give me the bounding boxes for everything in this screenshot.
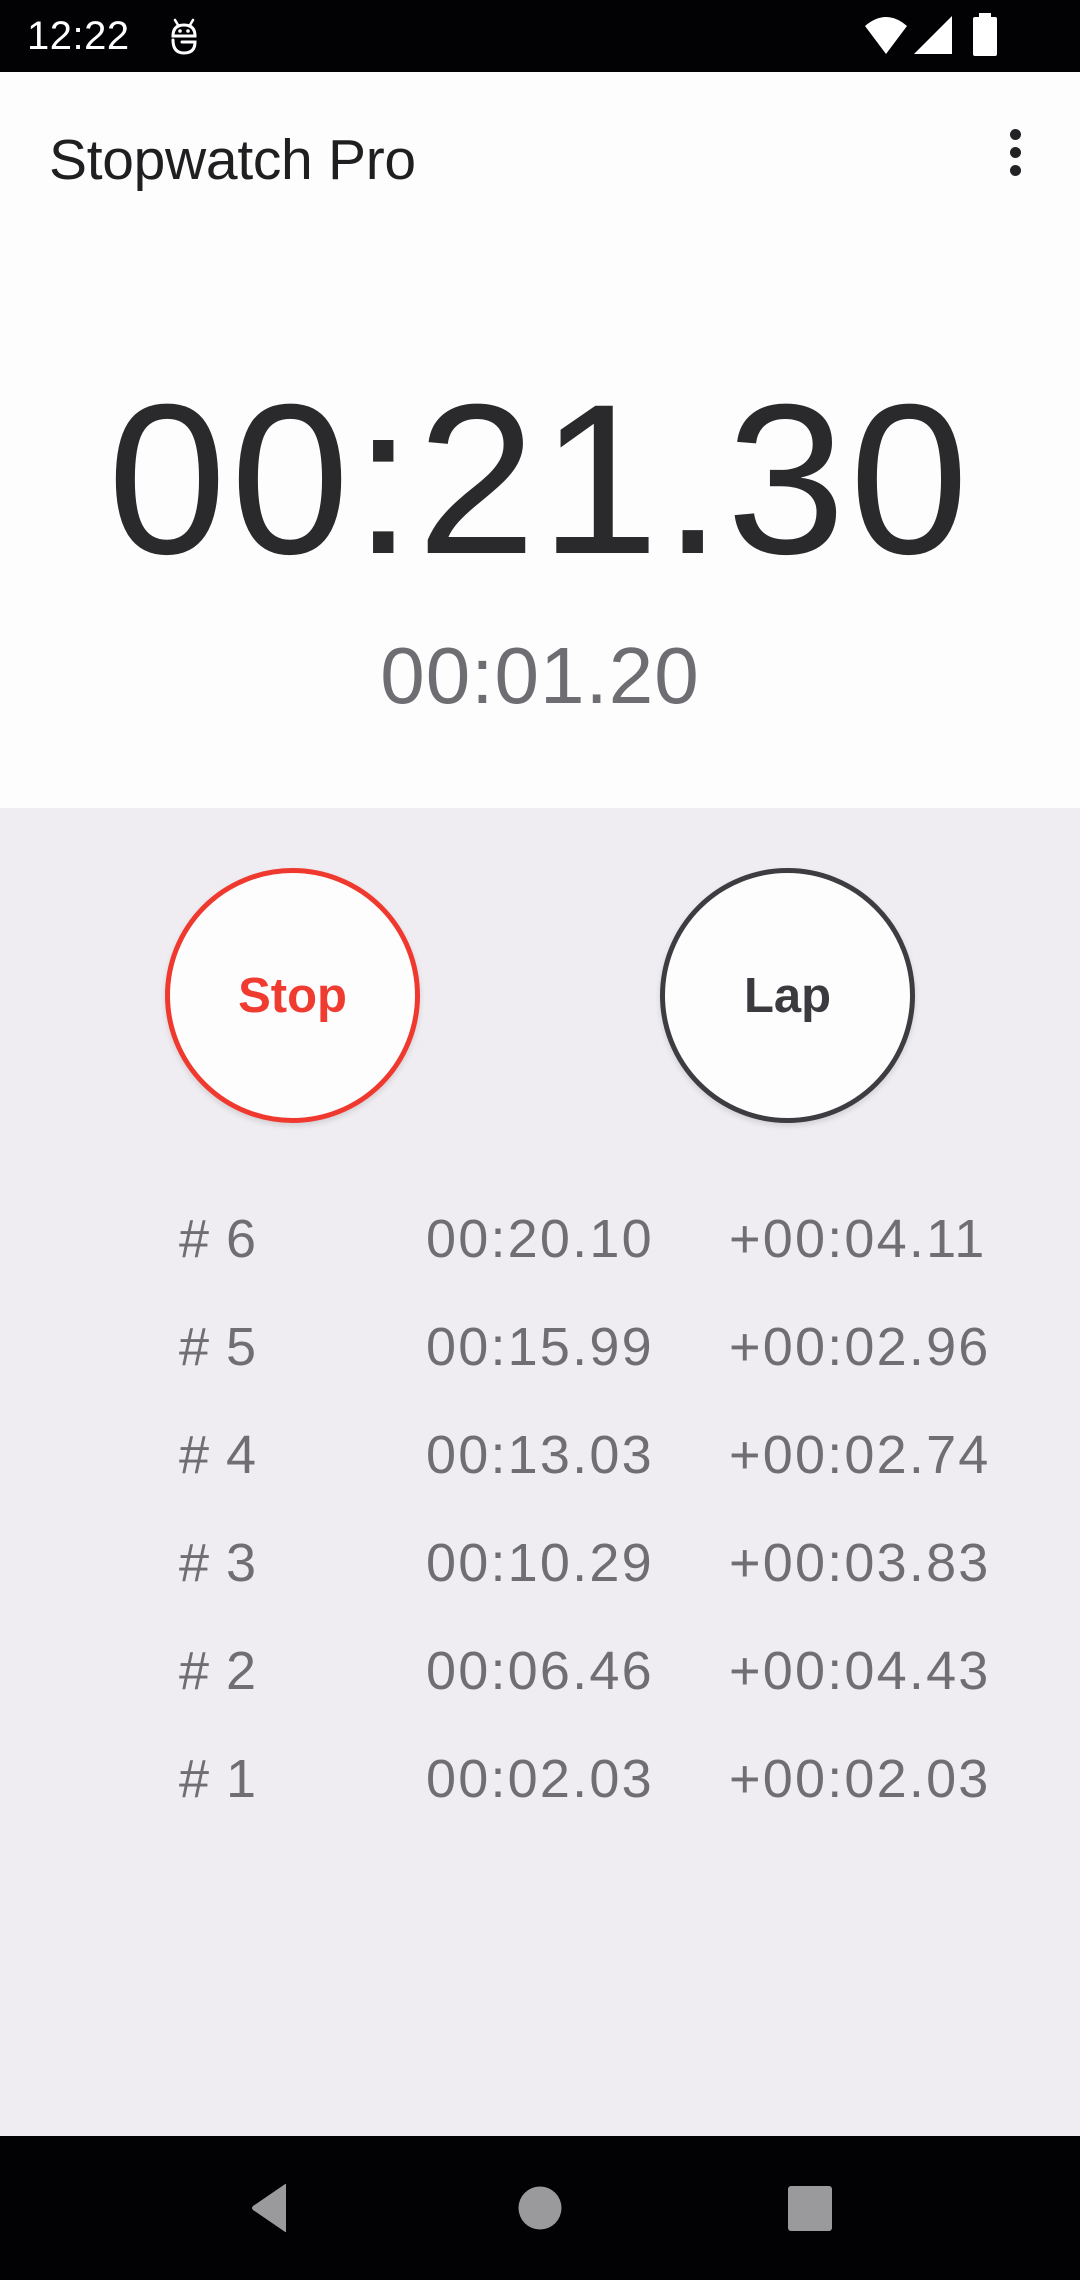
home-icon bbox=[518, 2186, 562, 2230]
cellular-signal-icon bbox=[914, 16, 952, 54]
lap-split-time: +00:04.11 bbox=[729, 1209, 987, 1269]
current-lap-timer-display: 00:01.20 bbox=[380, 631, 700, 720]
lap-row: # 4 00:13.03 +00:02.74 bbox=[0, 1415, 1080, 1495]
wifi-icon bbox=[865, 17, 907, 54]
lap-split-time: +00:02.96 bbox=[729, 1317, 991, 1377]
lap-row: # 1 00:02.03 +00:02.03 bbox=[0, 1739, 1080, 1819]
lap-row: # 6 00:20.10 +00:04.11 bbox=[0, 1199, 1080, 1279]
lap-split-time: +00:02.03 bbox=[729, 1749, 991, 1809]
controls-and-laps-panel: Stop Lap # 6 00:20.10 +00:04.11 # 5 00:1… bbox=[0, 808, 1080, 2136]
lap-number: # 6 bbox=[179, 1209, 258, 1269]
back-icon bbox=[252, 2183, 286, 2233]
lap-total-time: 00:02.03 bbox=[426, 1749, 654, 1809]
more-vert-icon-dot bbox=[1010, 165, 1021, 176]
lap-total-time: 00:06.46 bbox=[426, 1641, 654, 1701]
status-time: 12:22 bbox=[27, 14, 130, 58]
overflow-menu-button[interactable] bbox=[985, 114, 1045, 190]
notification-robot-icon bbox=[171, 18, 197, 55]
app-title: Stopwatch Pro bbox=[49, 128, 416, 192]
lap-total-time: 00:20.10 bbox=[426, 1209, 654, 1269]
lap-total-time: 00:10.29 bbox=[426, 1533, 654, 1593]
main-timer-display: 00:21.30 bbox=[107, 360, 973, 599]
lap-split-time: +00:02.74 bbox=[729, 1425, 991, 1485]
lap-number: # 5 bbox=[179, 1317, 258, 1377]
lap-total-time: 00:15.99 bbox=[426, 1317, 654, 1377]
nav-back-button[interactable] bbox=[228, 2178, 308, 2238]
lap-total-time: 00:13.03 bbox=[426, 1425, 654, 1485]
lap-split-time: +00:03.83 bbox=[729, 1533, 991, 1593]
more-vert-icon-dot bbox=[1010, 147, 1021, 158]
lap-number: # 1 bbox=[179, 1749, 258, 1809]
more-vert-icon bbox=[1010, 129, 1021, 140]
lap-number: # 2 bbox=[179, 1641, 258, 1701]
status-bar: 12:22 bbox=[0, 0, 1080, 72]
battery-icon bbox=[973, 13, 997, 56]
app-bar: Stopwatch Pro bbox=[0, 72, 1080, 232]
system-navigation-bar bbox=[0, 2136, 1080, 2280]
lap-button[interactable]: Lap bbox=[660, 868, 915, 1123]
recents-icon bbox=[788, 2186, 832, 2231]
nav-home-button[interactable] bbox=[500, 2178, 580, 2238]
lap-number: # 4 bbox=[179, 1425, 258, 1485]
lap-number: # 3 bbox=[179, 1533, 258, 1593]
lap-split-time: +00:04.43 bbox=[729, 1641, 991, 1701]
lap-row: # 2 00:06.46 +00:04.43 bbox=[0, 1631, 1080, 1711]
lap-row: # 3 00:10.29 +00:03.83 bbox=[0, 1523, 1080, 1603]
stop-button[interactable]: Stop bbox=[165, 868, 420, 1123]
lap-row: # 5 00:15.99 +00:02.96 bbox=[0, 1307, 1080, 1387]
nav-recents-button[interactable] bbox=[770, 2178, 850, 2238]
